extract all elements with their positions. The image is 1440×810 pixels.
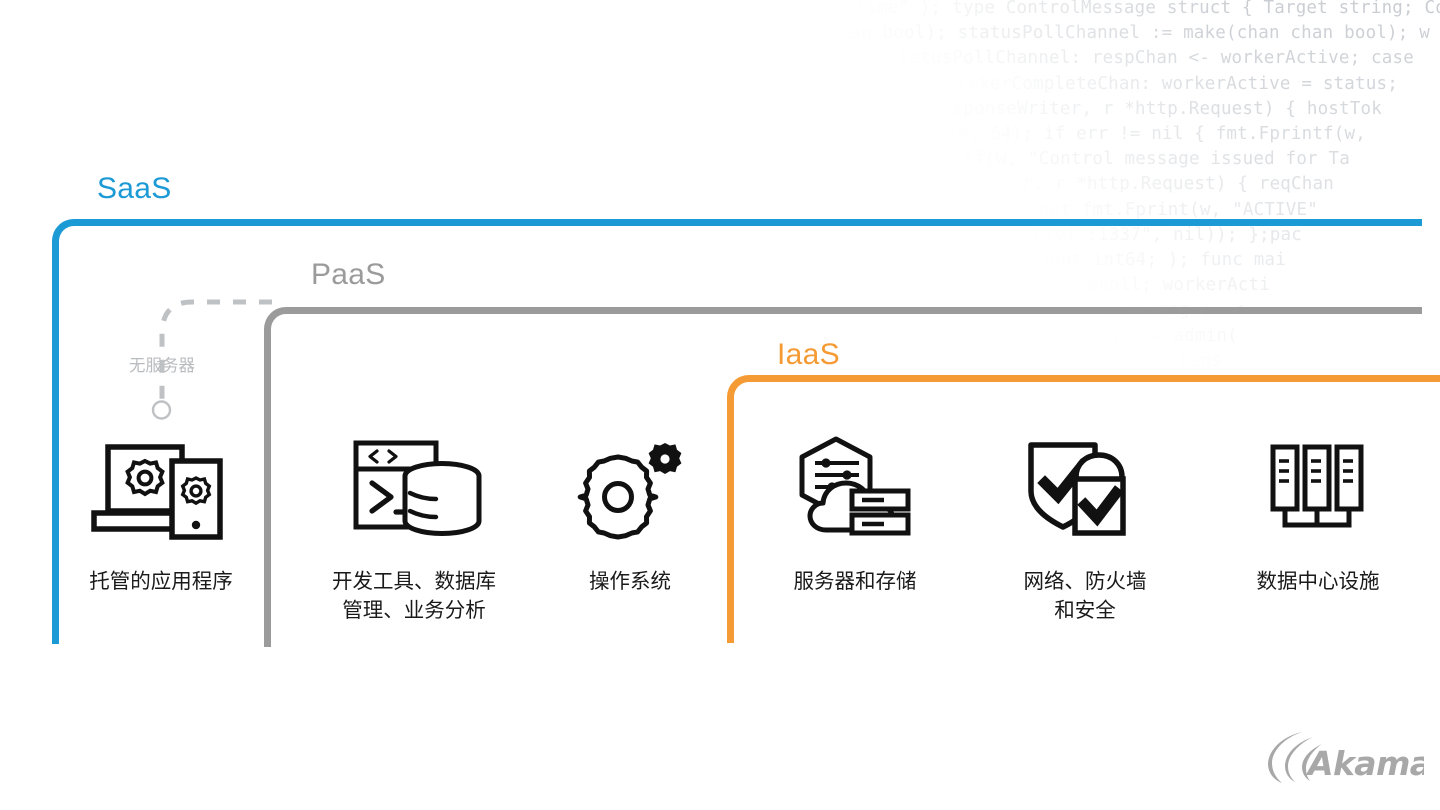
col-label-os: 操作系统 [589, 569, 671, 593]
col-icon-wrap [344, 425, 484, 545]
col-label-dev-tools: 开发工具、数据库 管理、业务分析 [332, 569, 496, 623]
col-label-datacenter: 数据中心设施 [1256, 569, 1380, 593]
serverless-label: 无服务器 [129, 357, 195, 375]
background-code-line: statusPollChannel: respChan <- workerAct… [887, 48, 1414, 69]
col-icon-wrap [86, 425, 236, 545]
column-servers-storage: 服务器和存储 [755, 425, 955, 596]
col-icon-wrap [1263, 425, 1373, 545]
akamai-logo: Akamai [1268, 732, 1424, 783]
background-code-line: chan bool); statusPollChannel := make(ch… [828, 23, 1430, 44]
column-network-security: 网络、防火墙 和安全 [985, 425, 1185, 625]
background-code-line: Count int64; ); func mai [1028, 250, 1286, 270]
svg-text:Akamai: Akamai [1305, 744, 1424, 783]
background-code-line: ResponseWriter, r *http.Request) { hostT… [931, 98, 1382, 119]
col-icon-wrap [570, 425, 690, 545]
col-icon-wrap [1019, 425, 1151, 545]
background-code-line: iter, r *http.Request) { reqChan [990, 174, 1334, 195]
server-racks-icon [1270, 444, 1364, 528]
hexagon-cloud-server-icon [799, 436, 911, 536]
background-code-line: workerCompleteChan: workerActive = statu… [947, 73, 1398, 94]
background-code-line: if not fmt.Fprint(w, "ACTIVE" [1006, 199, 1318, 220]
background-code-text: "time" ); type ControlMessage struct { T… [0, 0, 1440, 400]
serverless-node-dot [151, 400, 172, 420]
background-code-line: case msg := <- [1103, 300, 1254, 321]
paas-tier-label: PaaS [311, 258, 386, 291]
gears-icon [577, 443, 682, 540]
code-window-database-icon [353, 440, 482, 537]
col-label-hosted-apps: 托管的应用程序 [89, 569, 233, 593]
background-code-line: gs := admin( [1109, 325, 1238, 346]
iaas-tier-label: IaaS [777, 338, 840, 371]
shield-lock-check-icon [1028, 442, 1126, 536]
background-code-line: erve(":1337", nil)); };pac [1022, 224, 1302, 245]
saas-tier-label: SaaS [97, 172, 172, 205]
col-label-network-security: 网络、防火墙 和安全 [1023, 569, 1147, 623]
column-hosted-apps: 托管的应用程序 [55, 425, 267, 596]
background-code-line: intf(w, "Control message issued for Ta [942, 149, 1350, 170]
column-os: 操作系统 [540, 425, 720, 596]
background-code-line: 10, 64); if err != nil { fmt.Fprintf(w, [947, 124, 1366, 144]
background-code-line: tokens [1157, 350, 1222, 371]
col-label-servers-storage: 服务器和存储 [793, 569, 917, 593]
background-code-line: "time" ); type ControlMessage struct { T… [844, 0, 1440, 18]
laptop-phone-gear-icon [91, 444, 223, 540]
column-datacenter: 数据中心设施 [1225, 425, 1411, 596]
background-code-line: <- bpoll; workerActi [1055, 275, 1270, 296]
col-icon-wrap [790, 425, 920, 545]
column-dev-tools: 开发工具、数据库 管理、业务分析 [290, 425, 538, 625]
slide-canvas: "time" ); type ControlMessage struct { T… [0, 0, 1440, 810]
